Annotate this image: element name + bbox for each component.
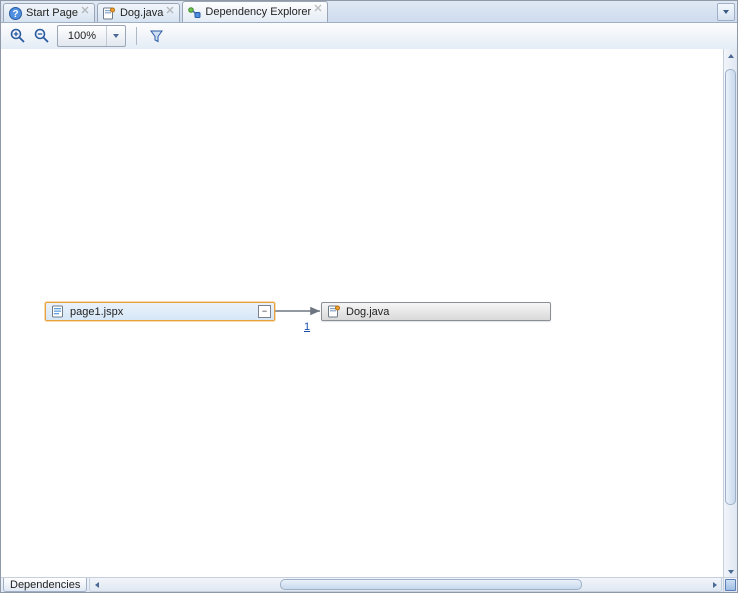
jsp-file-icon — [50, 305, 64, 319]
toolbar-separator — [136, 27, 137, 45]
horizontal-scrollbar[interactable] — [89, 578, 722, 592]
tab-label: Dependency Explorer — [205, 6, 311, 18]
zoom-out-button[interactable] — [33, 27, 51, 45]
vertical-scrollbar[interactable] — [723, 49, 737, 578]
zoom-value: 100% — [58, 30, 106, 42]
hscroll-thumb[interactable] — [280, 579, 582, 590]
tab-label: Start Page — [26, 7, 78, 19]
bottom-tab-dependencies[interactable]: Dependencies — [3, 578, 87, 592]
scroll-right-button[interactable] — [708, 578, 721, 591]
diagram-canvas[interactable]: page1.jspx − Dog.java 1 — [1, 49, 724, 578]
tab-label: Dog.java — [120, 7, 163, 19]
tab-strip: ? Start Page Dog.java Dependency Explore… — [1, 1, 737, 23]
zoom-in-button[interactable] — [9, 27, 27, 45]
tabs-overflow-button[interactable] — [717, 3, 735, 21]
node-label: Dog.java — [346, 306, 389, 318]
close-icon[interactable] — [314, 4, 324, 14]
edge-count-link[interactable]: 1 — [304, 321, 310, 333]
java-file-icon — [102, 6, 116, 20]
tab-dog-java[interactable]: Dog.java — [97, 3, 180, 22]
node-target[interactable]: Dog.java — [321, 302, 551, 321]
bottom-bar: Dependencies — [1, 577, 724, 592]
dependency-icon — [187, 5, 201, 19]
scroll-up-button[interactable] — [724, 49, 737, 62]
collapse-toggle[interactable]: − — [258, 305, 271, 318]
scroll-left-button[interactable] — [90, 578, 103, 591]
filter-button[interactable] — [147, 27, 165, 45]
close-icon[interactable] — [166, 6, 176, 16]
toolbar: 100% — [1, 23, 737, 50]
bottom-tab-label: Dependencies — [10, 579, 80, 591]
node-label: page1.jspx — [70, 306, 123, 318]
scroll-corner — [723, 577, 737, 592]
close-icon[interactable] — [81, 6, 91, 16]
java-file-icon — [326, 305, 340, 319]
zoom-combo[interactable]: 100% — [57, 25, 126, 47]
tab-start-page[interactable]: ? Start Page — [3, 3, 95, 22]
help-icon: ? — [8, 6, 22, 20]
tab-dependency-explorer[interactable]: Dependency Explorer — [182, 1, 328, 22]
vscroll-thumb[interactable] — [725, 69, 736, 505]
svg-text:?: ? — [12, 9, 18, 20]
thumbnail-toggle[interactable] — [725, 579, 736, 591]
chevron-down-icon[interactable] — [106, 26, 125, 46]
node-source[interactable]: page1.jspx − — [45, 302, 275, 321]
editor-frame: ? Start Page Dog.java Dependency Explore… — [0, 0, 738, 593]
